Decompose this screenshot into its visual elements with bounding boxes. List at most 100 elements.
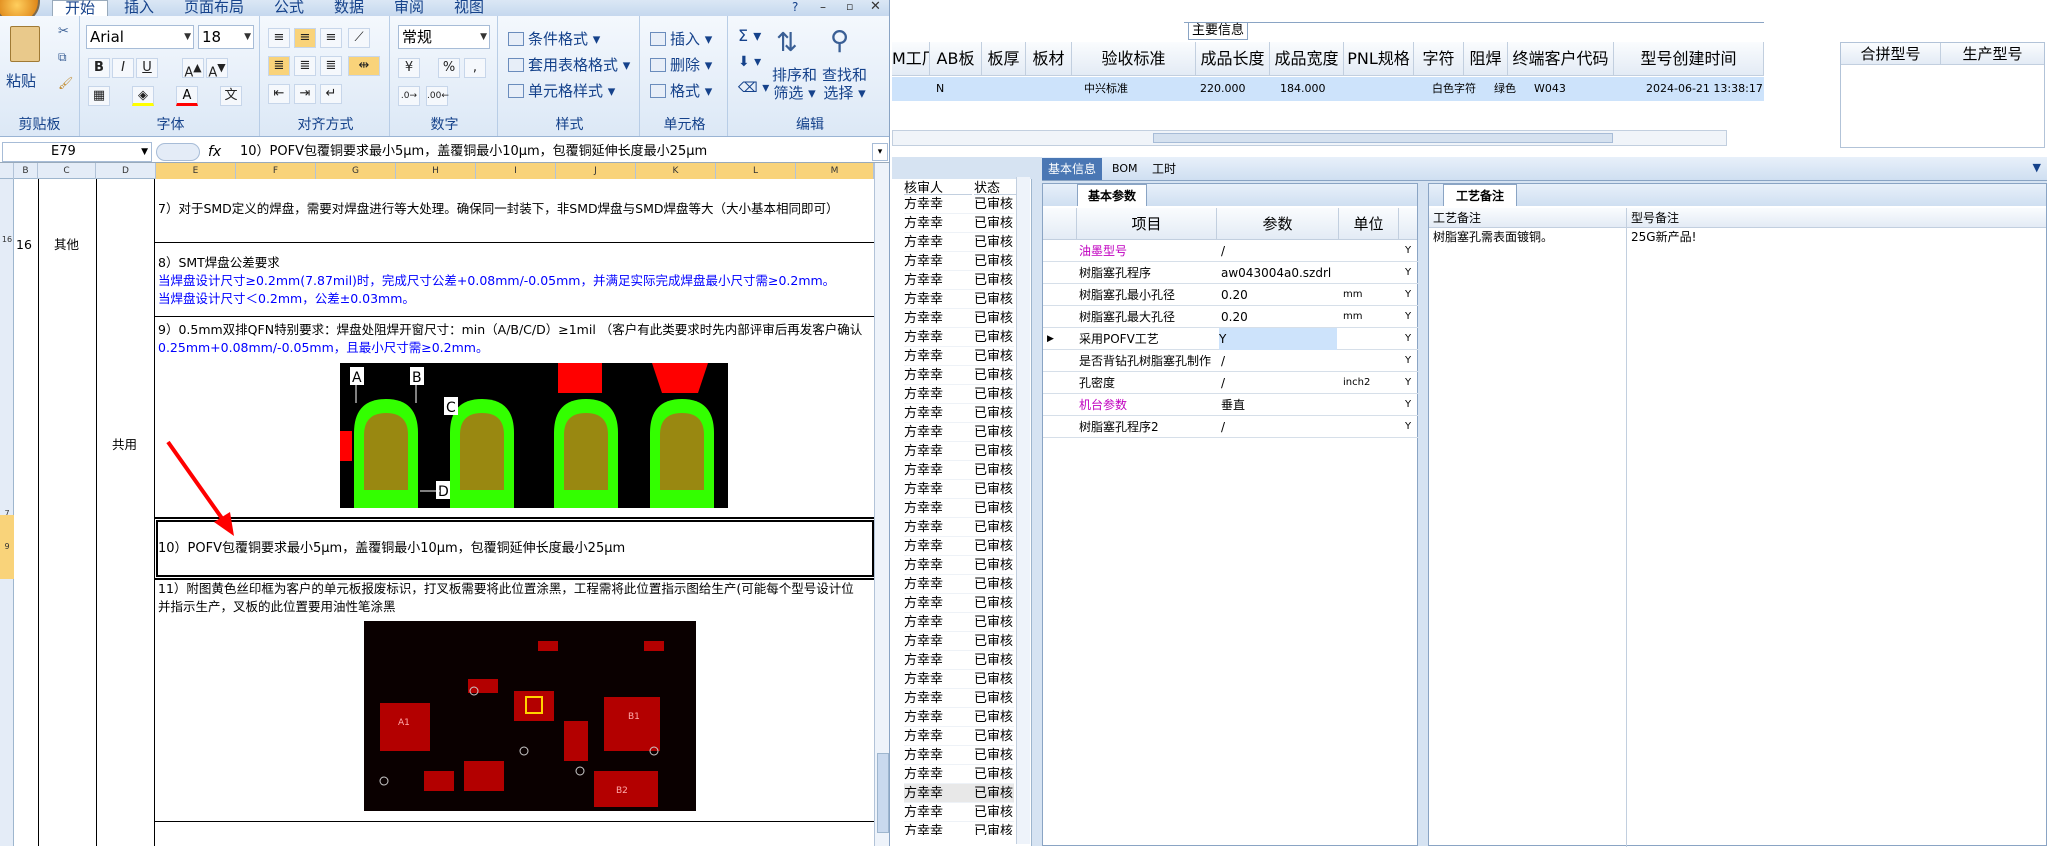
minimize-icon[interactable]: –: [820, 0, 826, 14]
tab-page-layout[interactable]: 页面布局: [184, 0, 244, 16]
param-row[interactable]: 孔密度 / inch2 Y: [1043, 372, 1419, 394]
shrink-font-icon[interactable]: A▼: [206, 58, 228, 80]
currency-icon[interactable]: ¥: [398, 58, 420, 78]
conditional-format-button[interactable]: 条件格式 ▾: [508, 28, 600, 49]
reviewer-row[interactable]: 方幸幸 已审核: [904, 632, 1014, 651]
cell-item10[interactable]: 10）POFV包覆铜要求最小5μm，盖覆铜最小10μm，包覆铜延伸长度最小25μ…: [158, 540, 625, 558]
tab-basic-params[interactable]: 基本参数: [1077, 184, 1148, 206]
tab-process-notes[interactable]: 工艺备注: [1443, 184, 1518, 206]
formula-expand-icon[interactable]: ▾: [872, 143, 888, 161]
percent-button[interactable]: %: [438, 58, 460, 78]
col-header-k[interactable]: K: [636, 163, 716, 179]
header-char[interactable]: 字符: [1414, 42, 1464, 76]
paste-icon[interactable]: [10, 26, 40, 62]
reviewer-row[interactable]: 方幸幸 已审核: [904, 518, 1014, 537]
tab-review[interactable]: 审阅: [394, 0, 424, 16]
sort-filter-button[interactable]: 排序和 筛选 ▾: [772, 66, 817, 102]
cell-item8-line1[interactable]: 当焊盘设计尺寸≥0.2mm(7.87mil)时，完成尺寸公差+0.08mm/-0…: [158, 272, 835, 290]
align-left-icon[interactable]: ≣: [268, 56, 290, 76]
font-color-icon[interactable]: A: [176, 86, 198, 106]
reviewer-row[interactable]: 方幸幸 已审核: [904, 746, 1014, 765]
row-header[interactable]: 16: [0, 235, 14, 244]
paste-button[interactable]: 粘贴: [6, 70, 36, 91]
selected-row[interactable]: [892, 77, 1764, 101]
reviewer-row[interactable]: 方幸幸 已审核: [904, 537, 1014, 556]
param-value[interactable]: /: [1221, 416, 1225, 438]
reviewer-row[interactable]: 方幸幸 已审核: [904, 385, 1014, 404]
tab-bom[interactable]: BOM: [1106, 158, 1144, 180]
reviewer-row[interactable]: 方幸幸 已审核: [904, 822, 1014, 835]
reviewer-row[interactable]: 方幸幸 已审核: [904, 613, 1014, 632]
cell-shared[interactable]: 共用: [112, 436, 137, 454]
cell-row-number[interactable]: 16: [16, 236, 32, 254]
model-note-text[interactable]: 25G新产品!: [1627, 228, 2046, 847]
cell-item8-title[interactable]: 8）SMT焊盘公差要求: [158, 254, 280, 272]
header-width[interactable]: 成品宽度: [1270, 42, 1344, 76]
tab-data[interactable]: 数据: [334, 0, 364, 16]
reviewer-row[interactable]: 方幸幸 已审核: [904, 347, 1014, 366]
header-factory[interactable]: M工厂: [892, 42, 930, 76]
copy-icon[interactable]: ⧉: [58, 50, 67, 65]
header-pnl[interactable]: PNL规格: [1344, 42, 1414, 76]
reviewer-row[interactable]: 方幸幸 已审核: [904, 195, 1014, 214]
reviewer-row[interactable]: 方幸幸 已审核: [904, 461, 1014, 480]
excel-scroll-thumb[interactable]: [877, 753, 889, 833]
merge-center-icon[interactable]: ⇹: [348, 56, 380, 76]
param-row[interactable]: 油墨型号 / Y: [1043, 240, 1419, 262]
reviewer-row[interactable]: 方幸幸 已审核: [904, 708, 1014, 727]
header-item[interactable]: 项目: [1077, 208, 1217, 240]
align-middle-icon[interactable]: ≡: [294, 28, 316, 48]
font-size-select[interactable]: 18 ▼: [198, 25, 254, 49]
reviewer-row[interactable]: 方幸幸 已审核: [904, 594, 1014, 613]
grow-font-icon[interactable]: A▲: [182, 58, 204, 80]
header-reviewer[interactable]: 核审人: [904, 177, 972, 196]
tab-work-hours[interactable]: 工时: [1146, 158, 1182, 180]
row-header-selected[interactable]: 9: [0, 515, 14, 579]
phonetic-icon[interactable]: 文: [220, 86, 242, 106]
param-value[interactable]: /: [1221, 240, 1225, 262]
header-thickness[interactable]: 板厚: [982, 42, 1026, 76]
clear-icon[interactable]: ⌫ ▾: [738, 80, 769, 96]
header-standard[interactable]: 验收标准: [1072, 42, 1196, 76]
reviewer-row[interactable]: 方幸幸 已审核: [904, 290, 1014, 309]
autosum-icon[interactable]: Σ ▾: [738, 26, 761, 45]
reviewer-row[interactable]: 方幸幸 已审核: [904, 404, 1014, 423]
wrap-text-icon[interactable]: ↵: [320, 84, 342, 104]
name-box[interactable]: E79 ▼: [2, 142, 152, 162]
reviewer-row[interactable]: 方幸幸 已审核: [904, 214, 1014, 233]
param-row[interactable]: 树脂塞孔程序 aw043004a0.szdrl Y: [1043, 262, 1419, 284]
param-value[interactable]: 0.20: [1221, 306, 1248, 328]
reviewer-row[interactable]: 方幸幸 已审核: [904, 480, 1014, 499]
fill-color-icon[interactable]: ◈: [132, 86, 154, 106]
number-format-select[interactable]: 常规 ▼: [398, 25, 490, 49]
align-bottom-icon[interactable]: ≡: [320, 28, 342, 48]
insert-button[interactable]: 插入 ▾: [650, 28, 712, 49]
header-merge-model[interactable]: 合拼型号: [1841, 43, 1941, 65]
reviewer-row[interactable]: 方幸幸 已审核: [904, 309, 1014, 328]
cell-category[interactable]: 其他: [54, 236, 79, 254]
param-value[interactable]: 0.20: [1221, 284, 1248, 306]
splitter[interactable]: [1418, 183, 1428, 846]
font-name-select[interactable]: Arial ▼: [86, 25, 194, 49]
italic-button[interactable]: I: [112, 58, 134, 78]
underline-button[interactable]: U: [136, 58, 158, 78]
hscroll-thumb[interactable]: [1153, 133, 1613, 143]
header-process-note[interactable]: 工艺备注: [1429, 208, 1627, 228]
param-value[interactable]: 垂直: [1221, 394, 1245, 416]
formula-bar-expander[interactable]: [156, 143, 200, 161]
header-length[interactable]: 成品长度: [1196, 42, 1270, 76]
reviewer-row[interactable]: 方幸幸 已审核: [904, 556, 1014, 575]
reviewer-row[interactable]: 方幸幸 已审核: [904, 442, 1014, 461]
decrease-decimal-icon[interactable]: .00←: [426, 86, 449, 106]
excel-vertical-scrollbar[interactable]: [874, 163, 889, 846]
cell-item9-line2[interactable]: 0.25mm+0.08mm/-0.05mm，且最小尺寸需≥0.2mm。: [158, 339, 488, 357]
tab-home[interactable]: 开始: [52, 0, 108, 16]
comma-icon[interactable]: ,: [464, 58, 486, 78]
format-painter-icon[interactable]: 🖌: [58, 76, 73, 90]
reviewer-row[interactable]: 方幸幸 已审核: [904, 803, 1014, 822]
increase-decimal-icon[interactable]: .0→: [398, 86, 420, 106]
header-model-note[interactable]: 型号备注: [1627, 208, 2046, 228]
top-grid-hscrollbar[interactable]: [892, 130, 1727, 146]
cut-icon[interactable]: ✂: [58, 24, 69, 39]
reviewer-row[interactable]: 方幸幸 已审核: [904, 366, 1014, 385]
